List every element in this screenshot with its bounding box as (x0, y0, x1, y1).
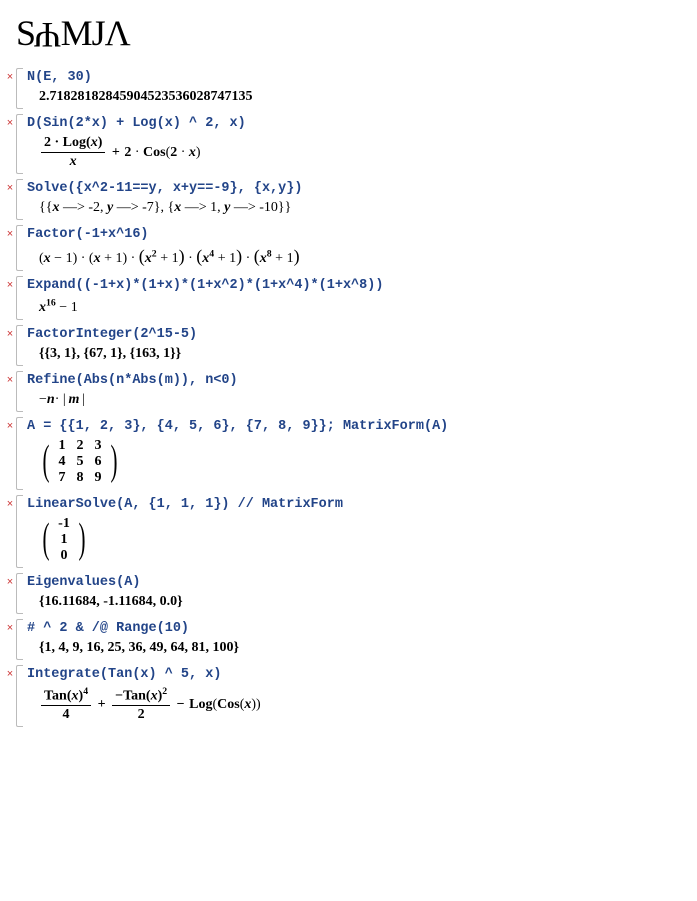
output-line: x16 − 1 (27, 295, 689, 316)
output-line: −n· | m | (27, 390, 689, 408)
output-line: {{x —> -2, y —> -7}, {x —> 1, y —> -10}} (27, 198, 689, 216)
output-line: Tan(x)4 4 + −Tan(x)2 2 − Log(Cos(x)) (27, 684, 689, 724)
cell-body: Solve({x^2-11==y, x+y==-9}, {x,y}) {{x —… (27, 179, 689, 220)
close-icon[interactable]: × (4, 371, 16, 412)
notebook-cell: × FactorInteger(2^15-5){{3, 1}, {67, 1}, … (4, 325, 689, 366)
notebook-cell: × A = {{1, 2, 3}, {4, 5, 6}, {7, 8, 9}}; … (4, 417, 689, 490)
cell-bracket[interactable] (16, 495, 23, 568)
cell-body: D(Sin(2*x) + Log(x) ^ 2, x) 2 · Log(x) x… (27, 114, 689, 174)
cell-body: LinearSolve(A, {1, 1, 1}) // MatrixForm … (27, 495, 689, 568)
cell-bracket[interactable] (16, 276, 23, 320)
notebook-cell: ×D(Sin(2*x) + Log(x) ^ 2, x) 2 · Log(x) … (4, 114, 689, 174)
close-icon[interactable]: × (4, 276, 16, 320)
input-line[interactable]: # ^ 2 & /@ Range(10) (27, 621, 689, 638)
input-line[interactable]: D(Sin(2*x) + Log(x) ^ 2, x) (27, 116, 689, 133)
notebook-cell: ×Factor(-1+x^16) (x − 1) · (x + 1) · (x2… (4, 225, 689, 271)
cell-body: Integrate(Tan(x) ^ 5, x) Tan(x)4 4 + −Ta… (27, 665, 689, 728)
cell-body: Expand((-1+x)*(1+x)*(1+x^2)*(1+x^4)*(1+x… (27, 276, 689, 320)
cell-body: N(E, 30)2.71828182845904523536028747135 (27, 68, 689, 109)
notebook-cell: × N(E, 30)2.71828182845904523536028747135 (4, 68, 689, 109)
cell-body: # ^ 2 & /@ Range(10){1, 4, 9, 16, 25, 36… (27, 619, 689, 660)
cell-bracket[interactable] (16, 573, 23, 614)
notebook-cell: × Solve({x^2-11==y, x+y==-9}, {x,y}) {{x … (4, 179, 689, 220)
input-line[interactable]: Expand((-1+x)*(1+x)*(1+x^2)*(1+x^4)*(1+x… (27, 278, 689, 295)
cell-bracket[interactable] (16, 114, 23, 174)
notebook-cell: ×LinearSolve(A, {1, 1, 1}) // MatrixForm… (4, 495, 689, 568)
input-line[interactable]: Eigenvalues(A) (27, 575, 689, 592)
close-icon[interactable]: × (4, 665, 16, 728)
close-icon[interactable]: × (4, 619, 16, 660)
input-line[interactable]: N(E, 30) (27, 70, 689, 87)
input-line[interactable]: Solve({x^2-11==y, x+y==-9}, {x,y}) (27, 181, 689, 198)
close-icon[interactable]: × (4, 68, 16, 109)
close-icon[interactable]: × (4, 179, 16, 220)
output-line: ( 123 456 789 ) (27, 436, 689, 486)
cell-bracket[interactable] (16, 179, 23, 220)
close-icon[interactable]: × (4, 495, 16, 568)
output-line: 2.71828182845904523536028747135 (27, 87, 689, 105)
notebook-cell: × Expand((-1+x)*(1+x)*(1+x^2)*(1+x^4)*(1+… (4, 276, 689, 320)
notebook-cell: × Eigenvalues(A){16.11684, -1.11684, 0.0} (4, 573, 689, 614)
output-line: (x − 1) · (x + 1) · (x2 + 1) · (x4 + 1) … (27, 244, 689, 267)
input-line[interactable]: LinearSolve(A, {1, 1, 1}) // MatrixForm (27, 497, 689, 514)
cell-bracket[interactable] (16, 665, 23, 728)
cell-bracket[interactable] (16, 325, 23, 366)
close-icon[interactable]: × (4, 114, 16, 174)
input-line[interactable]: Integrate(Tan(x) ^ 5, x) (27, 667, 689, 684)
input-line[interactable]: Factor(-1+x^16) (27, 227, 689, 244)
cell-bracket[interactable] (16, 619, 23, 660)
output-line: 2 · Log(x) x + 2 · Cos(2 · x) (27, 133, 689, 170)
output-line: {1, 4, 9, 16, 25, 36, 49, 64, 81, 100} (27, 638, 689, 656)
input-line[interactable]: FactorInteger(2^15-5) (27, 327, 689, 344)
cell-bracket[interactable] (16, 371, 23, 412)
cell-body: Eigenvalues(A){16.11684, -1.11684, 0.0} (27, 573, 689, 614)
close-icon[interactable]: × (4, 225, 16, 271)
close-icon[interactable]: × (4, 325, 16, 366)
logo: SΨMJΛ (16, 12, 689, 54)
cell-body: A = {{1, 2, 3}, {4, 5, 6}, {7, 8, 9}}; M… (27, 417, 689, 490)
input-line[interactable]: Refine(Abs(n*Abs(m)), n<0) (27, 373, 689, 390)
cell-body: Factor(-1+x^16) (x − 1) · (x + 1) · (x2 … (27, 225, 689, 271)
cell-bracket[interactable] (16, 225, 23, 271)
output-line: {{3, 1}, {67, 1}, {163, 1}} (27, 344, 689, 362)
cell-body: Refine(Abs(n*Abs(m)), n<0) −n· | m | (27, 371, 689, 412)
close-icon[interactable]: × (4, 573, 16, 614)
cell-bracket[interactable] (16, 68, 23, 109)
notebook-cell: × Refine(Abs(n*Abs(m)), n<0) −n· | m | (4, 371, 689, 412)
output-line: {16.11684, -1.11684, 0.0} (27, 592, 689, 610)
input-line[interactable]: A = {{1, 2, 3}, {4, 5, 6}, {7, 8, 9}}; M… (27, 419, 689, 436)
cell-bracket[interactable] (16, 417, 23, 490)
output-line: ( -1 1 0 ) (27, 514, 689, 564)
notebook-cell: × # ^ 2 & /@ Range(10){1, 4, 9, 16, 25, 3… (4, 619, 689, 660)
notebook-cell: ×Integrate(Tan(x) ^ 5, x) Tan(x)4 4 + −T… (4, 665, 689, 728)
close-icon[interactable]: × (4, 417, 16, 490)
cell-body: FactorInteger(2^15-5){{3, 1}, {67, 1}, {… (27, 325, 689, 366)
